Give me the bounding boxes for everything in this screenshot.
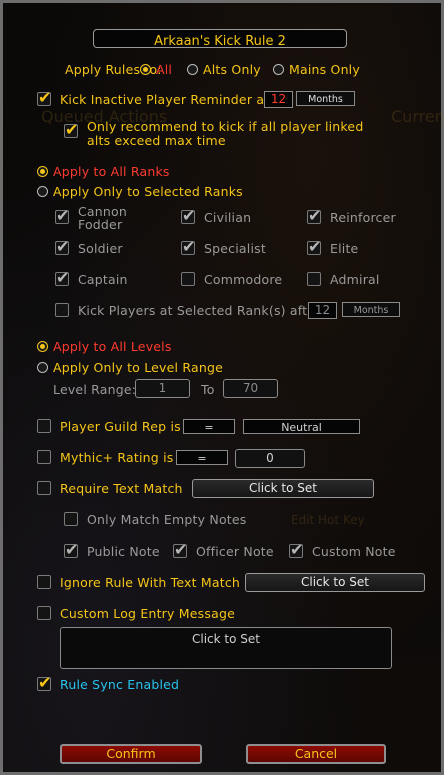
rank-label-soldier: Soldier [78,241,123,256]
custom-log-checkbox[interactable] [37,606,51,620]
guild-rep-checkbox[interactable] [37,419,51,433]
guild-rep-label: Player Guild Rep is [60,419,181,434]
only-match-empty-label: Only Match Empty Notes [87,512,247,527]
custom-log-placeholder: Click to Set [192,632,260,646]
kick-after-label: Kick Players at Selected Rank(s) after [78,303,321,318]
kick-inactive-months-input[interactable]: 12 [264,91,293,108]
background-edit-hot-key-label: Edit Hot Key [291,513,365,527]
mythic-operator-dropdown[interactable]: = [176,450,228,465]
ignore-rule-checkbox[interactable] [37,575,51,589]
kick-after-months-input[interactable]: 12 [308,302,337,319]
alts-only-label[interactable]: Alts Only [203,62,261,77]
custom-note-checkbox[interactable] [289,540,303,559]
apply-all-ranks-radio[interactable] [37,166,48,177]
apply-selected-ranks-radio[interactable] [37,186,48,197]
public-note-label: Public Note [87,544,160,559]
kick-inactive-label: Kick Inactive Player Reminder at [60,92,270,107]
rank-checkbox-cannon-fodder[interactable] [55,206,69,225]
only-recommend-label-line2: alts exceed max time [87,133,226,148]
apply-all-levels-label[interactable]: Apply to All Levels [53,339,172,354]
rank-label-specialist: Specialist [204,241,266,256]
public-note-checkbox[interactable] [64,540,78,559]
rank-checkbox-elite[interactable] [307,237,321,256]
apply-all-ranks-label[interactable]: Apply to All Ranks [53,164,170,179]
rank-checkbox-reinforcer[interactable] [307,206,321,225]
confirm-button[interactable]: Confirm [60,744,202,764]
rank-label-captain: Captain [78,272,128,287]
rank-label-reinforcer: Reinforcer [330,210,396,225]
custom-log-textarea[interactable]: Click to Set [60,627,392,669]
mains-only-label[interactable]: Mains Only [289,62,360,77]
require-text-match-set-button[interactable]: Click to Set [192,479,374,498]
kick-inactive-checkbox[interactable] [37,88,51,107]
only-recommend-checkbox[interactable] [64,120,78,139]
level-range-label: Level Range: [53,382,137,397]
require-text-match-label: Require Text Match [60,481,183,496]
kick-inactive-unit-dropdown[interactable]: Months [296,91,355,106]
rank-checkbox-soldier[interactable] [55,237,69,256]
cancel-button[interactable]: Cancel [246,744,386,764]
apply-all-label[interactable]: All [156,62,172,77]
kick-after-checkbox[interactable] [55,303,69,317]
title-bar: Arkaan's Kick Rule 2 [93,29,347,49]
background-current-label: Curren [391,107,444,126]
level-min-input[interactable]: 1 [135,379,190,398]
mains-only-radio[interactable] [273,64,284,75]
ignore-rule-label: Ignore Rule With Text Match [60,575,241,590]
guild-rep-value-dropdown[interactable]: Neutral [243,419,360,434]
kick-after-unit-dropdown[interactable]: Months [342,302,400,317]
rule-sync-label: Rule Sync Enabled [60,677,180,692]
kick-rule-dialog: Queued Actions Curren Edit Hot Key Arkaa… [0,0,444,775]
dialog-title: Arkaan's Kick Rule 2 [154,34,286,49]
rank-label-commodore: Commodore [204,272,283,287]
only-match-empty-checkbox[interactable] [64,512,78,526]
apply-all-radio[interactable] [140,64,151,75]
officer-note-label: Officer Note [196,544,274,559]
custom-note-label: Custom Note [312,544,396,559]
custom-log-label: Custom Log Entry Message [60,606,235,621]
rank-checkbox-civilian[interactable] [181,206,195,225]
rank-checkbox-specialist[interactable] [181,237,195,256]
require-text-match-checkbox[interactable] [37,481,51,495]
guild-rep-operator-dropdown[interactable]: = [183,419,235,434]
rule-sync-checkbox[interactable] [37,673,51,692]
mythic-rating-label: Mythic+ Rating is [60,450,174,465]
rank-checkbox-commodore[interactable] [181,272,195,286]
level-max-input[interactable]: 70 [223,379,278,398]
rank-label-admiral: Admiral [330,272,380,287]
mythic-value-input[interactable]: 0 [235,449,305,468]
rank-checkbox-captain[interactable] [55,268,69,287]
mythic-rating-checkbox[interactable] [37,450,51,464]
rank-label-civilian: Civilian [204,210,252,225]
ignore-rule-set-button[interactable]: Click to Set [245,573,425,592]
officer-note-checkbox[interactable] [173,540,187,559]
alts-only-radio[interactable] [187,64,198,75]
apply-all-levels-radio[interactable] [37,341,48,352]
apply-selected-ranks-label[interactable]: Apply Only to Selected Ranks [53,184,243,199]
apply-level-range-radio[interactable] [37,362,48,373]
rank-checkbox-admiral[interactable] [307,272,321,286]
only-recommend-label-line1: Only recommend to kick if all player lin… [87,119,364,134]
level-to-label: To [201,382,215,397]
rank-label-elite: Elite [330,241,359,256]
rank-label-cannon-line2: Fodder [78,217,123,232]
apply-level-range-label[interactable]: Apply Only to Level Range [53,360,223,375]
